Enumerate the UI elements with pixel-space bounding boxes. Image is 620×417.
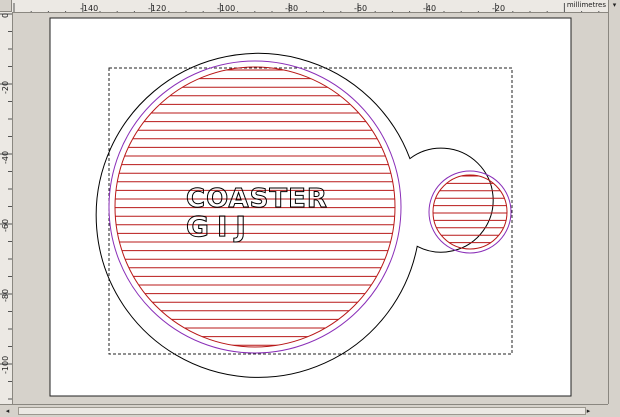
h-tick-label: -60 (354, 4, 367, 13)
horizontal-scrollbar[interactable]: ◂ ▸ (0, 404, 608, 417)
h-tick-label: -20 (492, 4, 505, 13)
h-tick-label: -80 (285, 4, 298, 13)
canvas-svg[interactable]: COASTER GIJ (13, 13, 606, 404)
ruler-corner (0, 0, 12, 12)
chevron-down-icon: ▾ (612, 1, 617, 9)
horizontal-ruler-scale: -140 -120 -100 -80 -60 -40 -20 0 (13, 3, 600, 13)
vertical-scrollbar[interactable] (608, 12, 620, 404)
vertical-ruler[interactable]: 0 -20 -40 -60 -80 -100 (0, 12, 13, 404)
horizontal-ruler[interactable]: -140 -120 -100 -80 -60 -40 -20 0 (12, 0, 608, 13)
v-tick-label: -20 (1, 81, 10, 94)
vertical-ruler-scale: 0 -20 -40 -60 -80 -100 (0, 13, 12, 400)
drawing-canvas[interactable]: COASTER GIJ (13, 13, 606, 404)
h-tick-label: -140 (80, 4, 98, 13)
arrow-right-icon[interactable]: ▸ (583, 406, 594, 416)
arrow-left-icon[interactable]: ◂ (2, 406, 13, 416)
v-tick-label: -100 (1, 356, 10, 374)
coaster-text-line2[interactable]: GIJ (186, 210, 254, 244)
units-label: millimetres (564, 0, 608, 11)
h-tick-label: -120 (148, 4, 166, 13)
v-tick-label: 0 (1, 13, 10, 18)
v-tick-label: -40 (1, 151, 10, 164)
horizontal-scroll-thumb[interactable] (18, 407, 586, 415)
scrollbar-corner (608, 404, 620, 417)
h-tick-label: -100 (217, 4, 235, 13)
units-dropdown-button[interactable]: ▾ (608, 0, 620, 12)
h-tick-label: -40 (423, 4, 436, 13)
v-tick-label: -60 (1, 219, 10, 232)
v-tick-label: -80 (1, 289, 10, 302)
